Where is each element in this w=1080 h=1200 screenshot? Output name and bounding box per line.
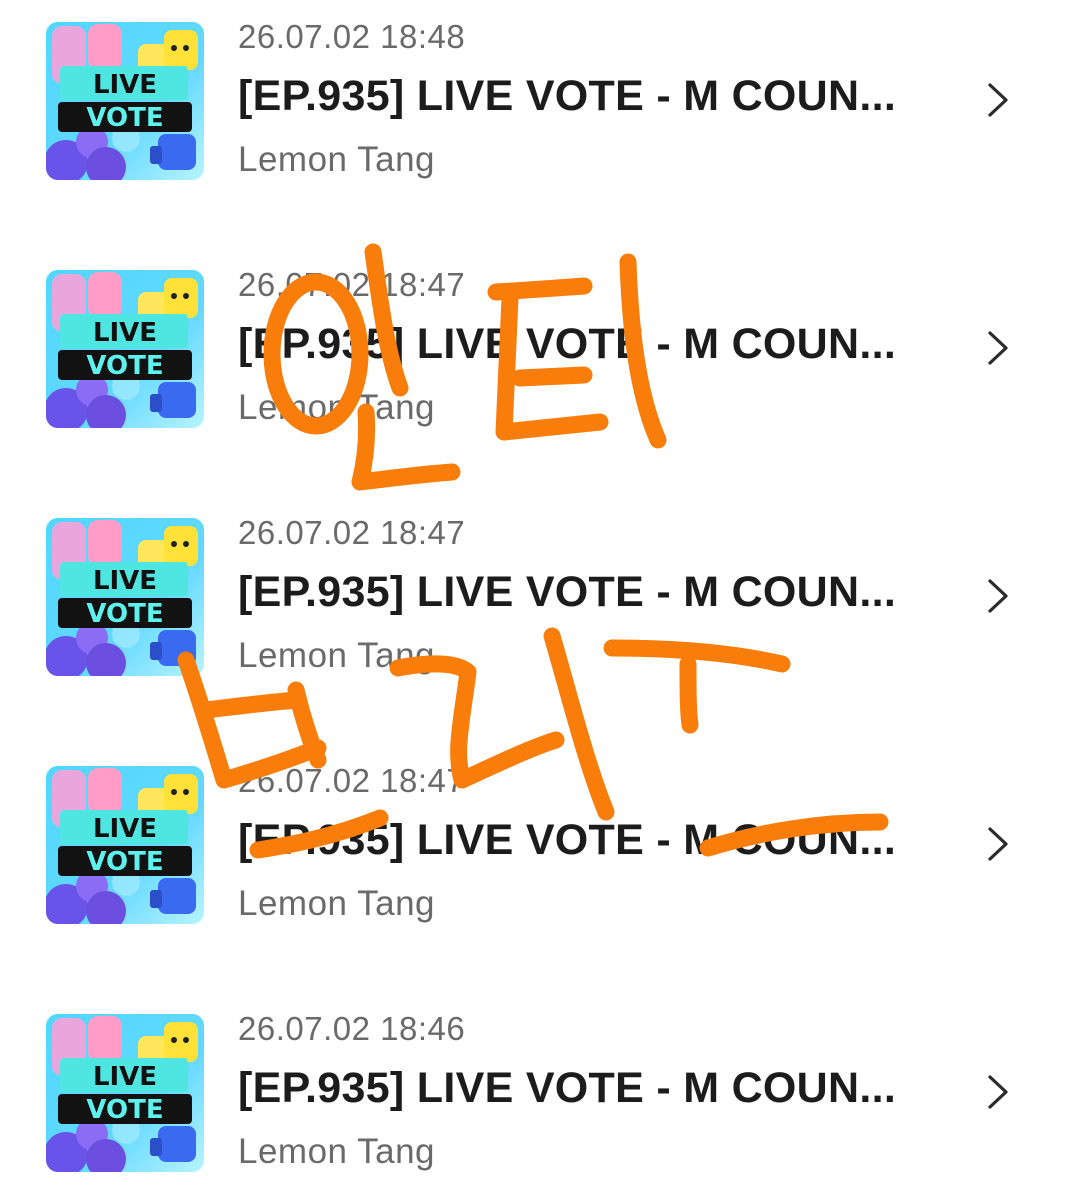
item-date: 26.07.02 18:48 bbox=[238, 18, 466, 55]
item-date: 26.07.02 18:47 bbox=[238, 514, 466, 551]
episode-thumbnail: LIVE VOTE bbox=[46, 518, 204, 676]
chevron-right-icon[interactable] bbox=[984, 578, 1012, 614]
chevron-right-icon[interactable] bbox=[984, 82, 1012, 118]
svg-text:LIVE: LIVE bbox=[93, 814, 157, 844]
svg-text:VOTE: VOTE bbox=[86, 1095, 163, 1125]
svg-text:LIVE: LIVE bbox=[93, 70, 157, 100]
item-title: [EP.935] LIVE VOTE - M COUN... bbox=[238, 816, 897, 864]
list-item[interactable]: LIVE VOTE 26.07.02 18:47 [EP.935] LIVE VOTE… bbox=[0, 496, 1080, 696]
item-title: [EP.935] LIVE VOTE - M COUN... bbox=[238, 72, 897, 120]
episode-thumbnail: LIVE VOTE bbox=[46, 270, 204, 428]
chevron-right-icon[interactable] bbox=[984, 1074, 1012, 1110]
chevron-right-icon[interactable] bbox=[984, 826, 1012, 862]
svg-text:LIVE: LIVE bbox=[93, 318, 157, 348]
svg-text:LIVE: LIVE bbox=[93, 1062, 157, 1092]
item-date: 26.07.02 18:47 bbox=[238, 266, 466, 303]
item-author: Lemon Tang bbox=[238, 636, 436, 675]
list-item[interactable]: LIVE VOTE 26.07.02 18:48 [EP.935] LIVE VOTE… bbox=[0, 0, 1080, 200]
episode-thumbnail: LIVE VOTE bbox=[46, 766, 204, 924]
item-author: Lemon Tang bbox=[238, 1132, 436, 1171]
item-author: Lemon Tang bbox=[238, 884, 436, 923]
item-title: [EP.935] LIVE VOTE - M COUN... bbox=[238, 320, 897, 368]
svg-text:VOTE: VOTE bbox=[86, 103, 163, 133]
svg-text:VOTE: VOTE bbox=[86, 351, 163, 381]
svg-text:VOTE: VOTE bbox=[86, 847, 163, 877]
list-item[interactable]: LIVE VOTE 26.07.02 18:47 [EP.935] LIVE VOTE… bbox=[0, 744, 1080, 944]
episode-thumbnail: LIVE VOTE bbox=[46, 1014, 204, 1172]
list-item[interactable]: LIVE VOTE 26.07.02 18:46 [EP.935] LIVE VOTE… bbox=[0, 992, 1080, 1192]
list-item[interactable]: LIVE VOTE 26.07.02 18:47 [EP.935] LIVE VOTE… bbox=[0, 248, 1080, 448]
item-date: 26.07.02 18:47 bbox=[238, 762, 466, 799]
chevron-right-icon[interactable] bbox=[984, 330, 1012, 366]
svg-text:VOTE: VOTE bbox=[86, 599, 163, 629]
item-title: [EP.935] LIVE VOTE - M COUN... bbox=[238, 1064, 897, 1112]
item-date: 26.07.02 18:46 bbox=[238, 1010, 466, 1047]
svg-text:LIVE: LIVE bbox=[93, 566, 157, 596]
item-title: [EP.935] LIVE VOTE - M COUN... bbox=[238, 568, 897, 616]
episode-list: LIVE VOTE 26.07.02 18:48 [EP.935] LIVE VOTE… bbox=[0, 0, 1080, 1200]
episode-thumbnail: LIVE VOTE bbox=[46, 22, 204, 180]
item-author: Lemon Tang bbox=[238, 140, 436, 179]
item-author: Lemon Tang bbox=[238, 388, 436, 427]
